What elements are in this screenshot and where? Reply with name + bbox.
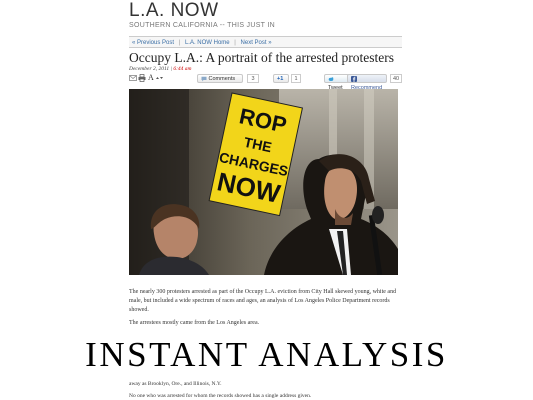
comments-label: Comments	[208, 76, 236, 82]
dateline-separator: |	[170, 66, 172, 72]
paragraph-3: away as Brooklyn, Ore., and Illinois, N.…	[129, 381, 222, 387]
recommend-group: Recommend 40	[347, 74, 402, 91]
page: L.A. NOW SOUTHERN CALIFORNIA -- THIS JUS…	[0, 0, 533, 400]
article-dateline: December 2, 2011 | 6:44 am	[129, 66, 192, 72]
plusone-count: 1	[291, 74, 301, 83]
paragraph-2: The arrestees mostly came from the Los A…	[129, 320, 260, 326]
article-time: 6:44 am	[173, 66, 192, 72]
comments-count: 3	[247, 74, 259, 83]
paragraph-1: The nearly 300 protesters arrested as pa…	[129, 289, 397, 313]
paragraph-4: No one who was arrested for whom the rec…	[129, 393, 312, 399]
nav-separator: |	[178, 40, 181, 46]
text-size-button[interactable]: A	[148, 74, 154, 83]
blog-subtitle: SOUTHERN CALIFORNIA -- THIS JUST IN	[129, 22, 275, 29]
nav-separator: |	[234, 40, 236, 46]
article-date: December 2, 2011	[129, 66, 170, 72]
comments-button[interactable]: Comments	[197, 74, 243, 83]
print-icon[interactable]	[138, 74, 146, 83]
instant-analysis-overlay: INSTANT ANALYSIS	[85, 335, 448, 374]
twitter-bird-icon	[328, 76, 334, 81]
facebook-icon	[351, 75, 357, 82]
comment-bubble-icon	[201, 76, 207, 81]
blog-home-link[interactable]: L.A. NOW Home	[185, 40, 230, 46]
article-headline: Occupy L.A.: A portrait of the arrested …	[129, 50, 395, 65]
blog-title[interactable]: L.A. NOW	[129, 0, 219, 22]
email-icon[interactable]	[129, 74, 137, 83]
next-post-link[interactable]: Next Post »	[241, 40, 272, 46]
post-navigation: « Previous Post | L.A. NOW Home | Next P…	[129, 36, 402, 48]
article-photo: ROP THE CHARGES NOW	[129, 89, 398, 275]
text-size-arrows-icon[interactable]	[155, 74, 164, 83]
recommend-button[interactable]: Recommend	[347, 74, 387, 91]
previous-post-link[interactable]: « Previous Post	[132, 40, 174, 46]
recommend-count: 40	[390, 74, 402, 83]
plusone-button[interactable]: +1	[273, 74, 289, 83]
